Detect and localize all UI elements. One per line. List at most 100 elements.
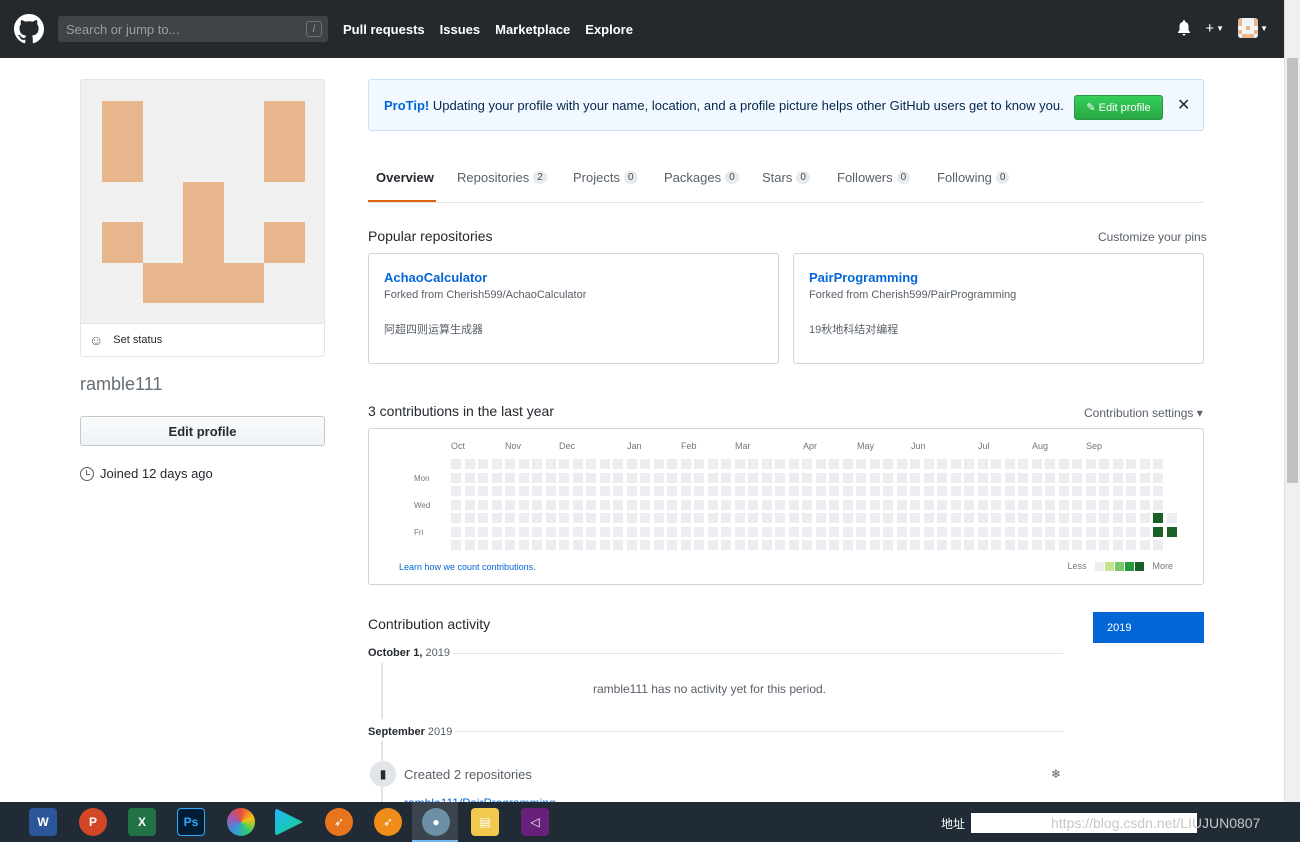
contribution-day-cell[interactable] bbox=[478, 499, 488, 510]
contribution-day-cell[interactable] bbox=[559, 540, 569, 550]
contribution-day-cell[interactable] bbox=[1004, 513, 1015, 523]
contribution-day-cell[interactable] bbox=[478, 459, 488, 469]
contribution-day-cell[interactable] bbox=[869, 540, 880, 550]
contribution-day-cell[interactable] bbox=[842, 459, 853, 469]
contribution-day-cell[interactable] bbox=[451, 526, 461, 537]
contribution-day-cell[interactable] bbox=[626, 472, 637, 483]
repo-name-link[interactable]: PairProgramming bbox=[809, 270, 1188, 285]
contribution-day-cell[interactable] bbox=[802, 540, 812, 550]
contribution-day-cell[interactable] bbox=[869, 472, 880, 483]
tab-followers[interactable]: Followers 0 bbox=[837, 170, 911, 185]
contribution-day-cell[interactable] bbox=[775, 513, 785, 523]
contribution-day-cell[interactable] bbox=[707, 499, 718, 510]
contribution-day-cell[interactable] bbox=[1031, 472, 1042, 483]
contribution-day-cell[interactable] bbox=[856, 513, 866, 523]
contribution-day-cell[interactable] bbox=[640, 513, 650, 523]
contribution-day-cell[interactable] bbox=[991, 472, 1001, 483]
contribution-day-cell[interactable] bbox=[1153, 540, 1163, 550]
contribution-day-cell[interactable] bbox=[734, 486, 745, 496]
contribution-day-cell[interactable] bbox=[923, 486, 934, 496]
plus-icon[interactable]: + ▼ bbox=[1205, 20, 1224, 37]
contribution-day-cell[interactable] bbox=[883, 499, 893, 510]
contribution-day-cell[interactable] bbox=[505, 486, 515, 496]
contribution-day-cell[interactable] bbox=[788, 526, 799, 537]
page-scrollbar[interactable] bbox=[1284, 0, 1300, 802]
contribution-day-cell[interactable] bbox=[518, 540, 529, 550]
contribution-day-cell[interactable] bbox=[856, 540, 866, 550]
contribution-day-cell[interactable] bbox=[478, 486, 488, 496]
tab-packages[interactable]: Packages 0 bbox=[664, 170, 739, 185]
contribution-day-cell[interactable] bbox=[518, 472, 529, 483]
contribution-day-cell[interactable] bbox=[707, 472, 718, 483]
contribution-day-cell[interactable] bbox=[640, 540, 650, 550]
contribution-day-cell[interactable] bbox=[802, 499, 812, 510]
contribution-day-cell[interactable] bbox=[491, 486, 502, 496]
contribution-day-cell[interactable] bbox=[950, 526, 961, 537]
contribution-day-cell[interactable] bbox=[707, 486, 718, 496]
contribution-day-cell[interactable] bbox=[977, 499, 988, 510]
contribution-day-cell[interactable] bbox=[883, 540, 893, 550]
contribution-day-cell[interactable] bbox=[505, 472, 515, 483]
contribution-day-cell[interactable] bbox=[761, 513, 772, 523]
contribution-day-cell[interactable] bbox=[707, 540, 718, 550]
contribution-day-cell[interactable] bbox=[1018, 526, 1028, 537]
contribution-day-cell[interactable] bbox=[991, 459, 1001, 469]
contribution-day-cell[interactable] bbox=[640, 526, 650, 537]
contribution-day-cell[interactable] bbox=[478, 513, 488, 523]
contribution-day-cell[interactable] bbox=[545, 459, 556, 469]
contribution-day-cell[interactable] bbox=[1004, 526, 1015, 537]
contribution-day-cell[interactable] bbox=[883, 472, 893, 483]
contribution-day-cell[interactable] bbox=[1004, 486, 1015, 496]
contribution-day-cell[interactable] bbox=[680, 472, 691, 483]
contribution-day-cell[interactable] bbox=[1139, 526, 1150, 537]
contribution-day-cell[interactable] bbox=[653, 540, 664, 550]
contribution-day-cell[interactable] bbox=[896, 459, 907, 469]
contribution-day-cell[interactable] bbox=[1112, 486, 1123, 496]
contribution-day-cell[interactable] bbox=[1153, 526, 1163, 537]
contribution-day-cell[interactable] bbox=[977, 486, 988, 496]
contribution-day-cell[interactable] bbox=[734, 499, 745, 510]
contribution-day-cell[interactable] bbox=[734, 513, 745, 523]
contribution-day-cell[interactable] bbox=[950, 459, 961, 469]
contribution-day-cell[interactable] bbox=[640, 486, 650, 496]
bell-icon[interactable] bbox=[1177, 20, 1191, 36]
contribution-day-cell[interactable] bbox=[1058, 472, 1069, 483]
contribution-day-cell[interactable] bbox=[1112, 499, 1123, 510]
contribution-day-cell[interactable] bbox=[842, 472, 853, 483]
contribution-day-cell[interactable] bbox=[667, 472, 677, 483]
contribution-day-cell[interactable] bbox=[788, 513, 799, 523]
contribution-day-cell[interactable] bbox=[680, 540, 691, 550]
contribution-day-cell[interactable] bbox=[734, 526, 745, 537]
nav-explore[interactable]: Explore bbox=[585, 22, 633, 37]
contribution-day-cell[interactable] bbox=[748, 540, 758, 550]
contribution-day-cell[interactable] bbox=[991, 499, 1001, 510]
address-bar-input[interactable]: https://blog.csdn.net/LIUJUN0807 bbox=[971, 813, 1260, 833]
contribution-day-cell[interactable] bbox=[572, 459, 583, 469]
contribution-day-cell[interactable] bbox=[1139, 472, 1150, 483]
contribution-day-cell[interactable] bbox=[923, 472, 934, 483]
contribution-day-cell[interactable] bbox=[532, 526, 542, 537]
contribution-day-cell[interactable] bbox=[1099, 540, 1109, 550]
contribution-day-cell[interactable] bbox=[586, 472, 596, 483]
contribution-day-cell[interactable] bbox=[721, 526, 731, 537]
contribution-day-cell[interactable] bbox=[1112, 459, 1123, 469]
contribution-day-cell[interactable] bbox=[1085, 486, 1096, 496]
contribution-day-cell[interactable] bbox=[1099, 513, 1109, 523]
contribution-day-cell[interactable] bbox=[613, 459, 623, 469]
contribution-day-cell[interactable] bbox=[1139, 499, 1150, 510]
contribution-day-cell[interactable] bbox=[707, 513, 718, 523]
contribution-day-cell[interactable] bbox=[775, 459, 785, 469]
contribution-day-cell[interactable] bbox=[1139, 513, 1150, 523]
photoshop-app-icon[interactable]: Ps bbox=[177, 808, 205, 836]
contribution-day-cell[interactable] bbox=[721, 540, 731, 550]
contribution-day-cell[interactable] bbox=[802, 459, 812, 469]
tab-stars[interactable]: Stars 0 bbox=[762, 170, 810, 185]
contribution-day-cell[interactable] bbox=[532, 472, 542, 483]
contribution-day-cell[interactable] bbox=[1126, 472, 1136, 483]
contribution-day-cell[interactable] bbox=[937, 526, 947, 537]
created-repos-summary[interactable]: Created 2 repositories bbox=[404, 767, 532, 782]
contribution-day-cell[interactable] bbox=[667, 486, 677, 496]
contribution-day-cell[interactable] bbox=[829, 540, 839, 550]
contribution-day-cell[interactable] bbox=[1072, 499, 1082, 510]
contribution-day-cell[interactable] bbox=[734, 472, 745, 483]
